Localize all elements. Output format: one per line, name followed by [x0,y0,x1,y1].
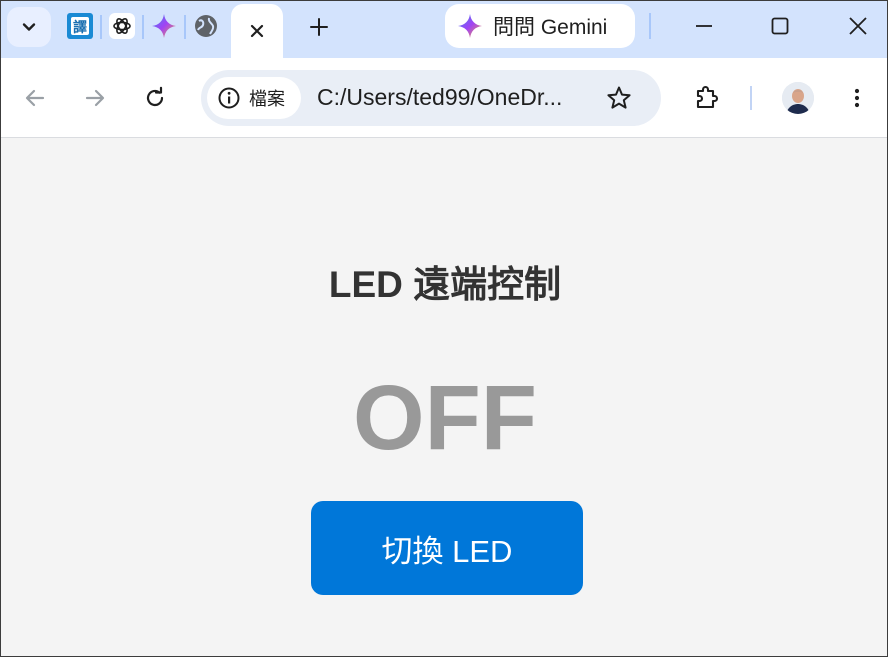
url-text[interactable]: C:/Users/ted99/OneDr... [317,84,562,111]
arrow-right-icon [85,89,105,107]
window-controls-divider [649,13,651,39]
led-status-text: OFF [353,367,537,469]
browser-window: 譯 問問 Gemini 檔案 C:/Users/ted99/OneDr... L… [0,0,888,657]
address-bar[interactable]: 檔案 C:/Users/ted99/OneDr... [201,70,661,126]
tab-divider [100,15,102,39]
maximize-button[interactable] [752,5,808,47]
tab-strip: 譯 問問 Gemini [1,1,887,58]
close-icon [849,17,867,35]
chevron-down-icon [22,23,36,31]
chatgpt-favicon-icon [109,13,135,39]
ask-gemini-label: 問問 Gemini [493,16,608,39]
page-content: LED 遠端控制 OFF 切換 LED [1,138,887,656]
toggle-led-button[interactable]: 切換 LED [311,501,583,595]
menu-button[interactable] [837,78,877,118]
pinned-tab-translate[interactable]: 譯 [65,11,95,41]
minimize-button[interactable] [676,5,732,47]
profile-avatar[interactable] [782,82,814,114]
pinned-tab-globe[interactable] [191,11,221,41]
svg-text:譯: 譯 [73,19,87,36]
translate-favicon-icon: 譯 [67,13,93,39]
new-tab-button[interactable] [301,9,337,45]
close-tab-icon[interactable] [249,23,265,39]
tab-divider [184,15,186,39]
tab-search-button[interactable] [7,7,51,47]
info-icon [218,87,240,109]
browser-toolbar: 檔案 C:/Users/ted99/OneDr... [1,58,887,138]
gemini-sparkle-icon [458,14,482,38]
bookmark-button[interactable] [599,78,639,118]
plus-icon [310,18,328,36]
reload-icon [146,86,164,107]
extensions-button[interactable] [687,78,727,118]
kebab-menu-icon [854,88,860,108]
gemini-sparkle-icon [152,14,176,38]
back-button[interactable] [15,78,55,118]
arrow-left-icon [25,89,45,107]
pinned-tab-gemini[interactable] [149,11,179,41]
globe-icon [195,15,217,37]
active-tab[interactable] [231,4,283,58]
site-chip-label: 檔案 [249,89,285,109]
maximize-icon [771,17,789,35]
ask-gemini-button[interactable]: 問問 Gemini [445,4,635,48]
pinned-tab-chatgpt[interactable] [107,11,137,41]
minimize-icon [696,25,712,27]
star-icon [607,86,631,109]
puzzle-piece-icon [696,85,719,109]
tab-divider [142,15,144,39]
page-title: LED 遠端控制 [328,264,562,305]
toolbar-divider [750,86,752,110]
profile-photo-icon [782,82,814,114]
reload-button[interactable] [135,78,175,118]
close-window-button[interactable] [830,5,886,47]
forward-button[interactable] [75,78,115,118]
site-info-chip[interactable]: 檔案 [207,77,301,119]
